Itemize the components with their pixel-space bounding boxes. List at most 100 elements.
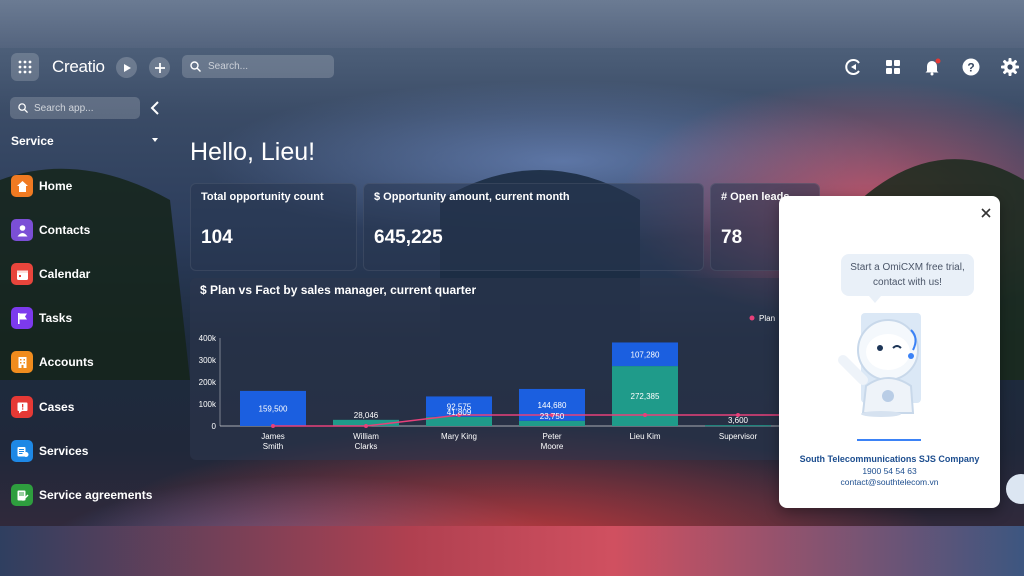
sidebar-item-label: Home: [39, 179, 73, 193]
x-tick-label: William: [353, 432, 379, 441]
legend-plan-marker: [749, 315, 755, 321]
x-tick-label: Smith: [263, 442, 283, 451]
sidebar-item-contacts[interactable]: Contacts: [11, 218, 90, 242]
app-search-placeholder: Search app...: [34, 102, 94, 114]
creatio-ai-icon: [845, 59, 860, 75]
kpi-title: Total opportunity count: [201, 191, 324, 203]
plan-vs-fact-chart-card[interactable]: $ Plan vs Fact by sales manager, current…: [190, 278, 790, 460]
x-tick-label: James: [261, 432, 285, 441]
y-tick-label: 200k: [199, 378, 217, 387]
sidebar-item-home[interactable]: Home: [11, 174, 72, 198]
agreement-icon: [11, 484, 33, 506]
case-icon: [11, 396, 33, 418]
svg-text:?: ?: [967, 61, 974, 75]
home-icon: [11, 175, 33, 197]
data-label: 23,750: [540, 412, 565, 421]
search-placeholder: Search...: [208, 61, 249, 72]
data-label: 92,575: [447, 403, 472, 412]
x-tick-label: Peter: [542, 432, 561, 441]
kpi-card-opportunity-count[interactable]: Total opportunity count 104: [190, 183, 357, 271]
y-tick-label: 300k: [199, 356, 217, 365]
app-search-input[interactable]: Search app...: [10, 97, 140, 119]
y-tick-label: 100k: [199, 400, 217, 409]
omicxm-chat-popup: Start a OmiCXM free trial, contact with …: [779, 196, 1000, 508]
creatio-ai-button[interactable]: [843, 56, 865, 78]
x-tick-label: Moore: [541, 442, 564, 451]
search-icon: [18, 103, 28, 113]
play-icon: [123, 63, 131, 72]
help-icon: ?: [962, 58, 980, 76]
services-icon: [11, 440, 33, 462]
sidebar: Search app... Service Home Contacts Cale…: [0, 86, 174, 526]
sidebar-item-label: Services: [39, 444, 89, 458]
sidebar-item-label: Contacts: [39, 223, 91, 237]
x-tick-label: Mary King: [441, 432, 477, 441]
search-icon: [190, 61, 201, 72]
sidebar-item-tasks[interactable]: Tasks: [11, 306, 72, 330]
company-name: South Telecommunications SJS Company: [799, 454, 980, 464]
calendar-icon: [11, 263, 33, 285]
sidebar-item-label: Cases: [39, 400, 75, 414]
astronaut-mascot-icon: [838, 313, 921, 417]
plan-point: [271, 424, 275, 428]
legend-plan-label: Plan: [759, 314, 775, 323]
x-tick-label: Supervisor: [719, 432, 758, 441]
data-label: 28,046: [354, 411, 379, 420]
contact-phone[interactable]: 1900 54 54 63: [779, 466, 1000, 476]
apps-grid-button[interactable]: [11, 53, 39, 81]
page-greeting: Hello, Lieu!: [190, 138, 316, 166]
widgets-icon: [886, 60, 900, 74]
flag-icon: [11, 307, 33, 329]
data-label: 3,600: [728, 416, 749, 425]
plus-icon: [154, 62, 165, 73]
chevron-left-icon[interactable]: [148, 100, 162, 116]
gear-icon: [1001, 58, 1019, 76]
top-bar: Creatio Search... ?: [0, 48, 1024, 86]
chart-bar: [705, 425, 771, 427]
y-tick-label: 0: [212, 422, 217, 431]
workplace-selector[interactable]: Service: [11, 134, 54, 148]
sidebar-item-services[interactable]: Services: [11, 439, 88, 463]
sidebar-item-label: Tasks: [39, 311, 73, 325]
apps-grid-icon: [18, 60, 32, 74]
top-banner: [0, 0, 1024, 48]
data-label: 159,500: [259, 404, 288, 413]
x-tick-label: Clarks: [355, 442, 378, 451]
y-tick-label: 400k: [199, 334, 217, 343]
kpi-title: $ Opportunity amount, current month: [374, 191, 570, 203]
kpi-value: 645,225: [374, 227, 443, 248]
help-button[interactable]: ?: [960, 56, 982, 78]
data-label: 272,385: [631, 392, 660, 401]
plan-point: [643, 413, 647, 417]
plan-vs-fact-chart: 0 100k 200k 300k 400k 159,500 JamesSmith 28,04…: [199, 314, 790, 451]
settings-button[interactable]: [999, 56, 1021, 78]
sidebar-item-cases[interactable]: Cases: [11, 395, 74, 419]
plan-point: [364, 424, 368, 428]
sidebar-item-accounts[interactable]: Accounts: [11, 350, 94, 374]
chart-bar: [519, 420, 585, 426]
sidebar-item-label: Accounts: [39, 355, 94, 369]
kpi-value: 78: [721, 227, 743, 248]
kpi-card-opportunity-amount[interactable]: $ Opportunity amount, current month 645,…: [363, 183, 704, 271]
building-icon: [11, 351, 33, 373]
chevron-down-icon[interactable]: [152, 138, 158, 142]
sidebar-item-label: Calendar: [39, 267, 91, 281]
add-button[interactable]: [149, 57, 170, 78]
bell-icon: [925, 58, 941, 76]
contact-email[interactable]: contact@southtelecom.vn: [779, 477, 1000, 487]
person-icon: [11, 219, 33, 241]
sidebar-item-calendar[interactable]: Calendar: [11, 262, 90, 286]
data-label: 107,280: [631, 350, 660, 359]
creatio-logo[interactable]: Creatio: [52, 57, 105, 77]
data-label: 144,680: [538, 401, 567, 410]
widgets-button[interactable]: [882, 56, 904, 78]
sidebar-item-service-agreements[interactable]: Service agreements: [11, 483, 152, 507]
kpi-value: 104: [201, 227, 233, 248]
sidebar-item-label: Service agreements: [39, 488, 153, 502]
x-tick-label: Lieu Kim: [629, 432, 660, 441]
global-search-input[interactable]: Search...: [182, 55, 334, 78]
notifications-button[interactable]: [921, 56, 943, 78]
close-icon[interactable]: [979, 206, 993, 220]
promo-bubble: Start a OmiCXM free trial, contact with …: [841, 254, 974, 303]
run-process-button[interactable]: [116, 57, 137, 78]
